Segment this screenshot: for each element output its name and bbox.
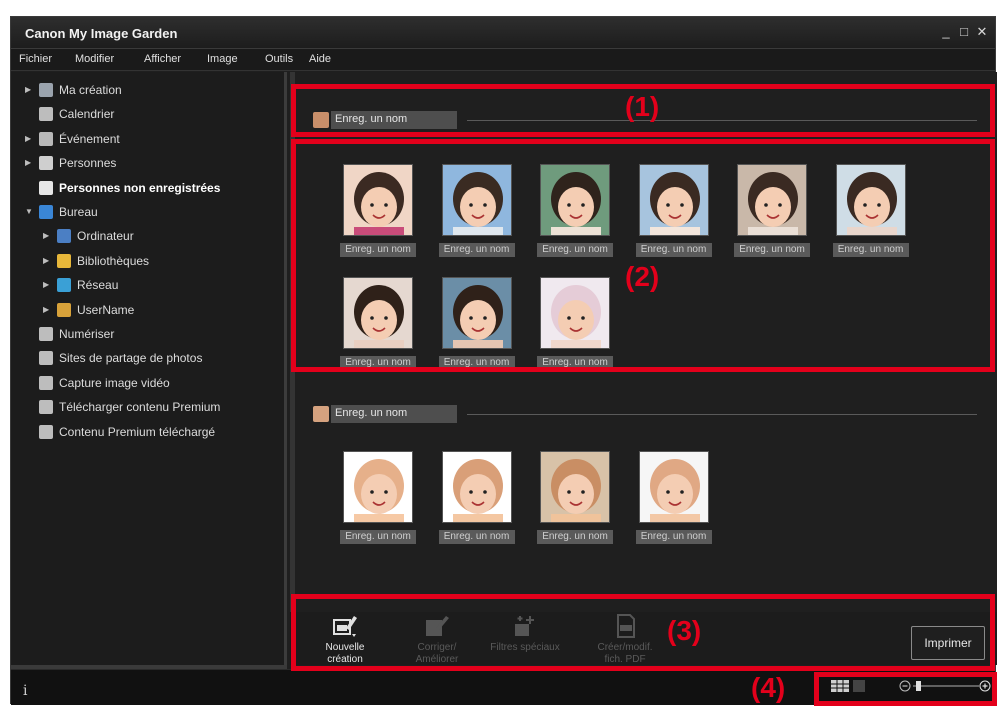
photo-thumbnail[interactable]: Enreg. un nom: [437, 451, 517, 551]
sidebar-item-label: Numériser: [59, 327, 115, 341]
user-folder-icon: [57, 302, 71, 317]
app-title: Canon My Image Garden: [25, 26, 178, 41]
sidebar-item-label: Calendrier: [59, 107, 115, 122]
maximize-icon[interactable]: □: [957, 25, 971, 39]
callout-box-2: [291, 139, 995, 372]
menu-image[interactable]: Image: [207, 53, 238, 65]
menu-bar: Fichier Modifier Afficher Image Outils A…: [11, 49, 995, 71]
people-icon: [39, 156, 53, 171]
sidebar-item-5[interactable]: ▼ Bureau: [25, 204, 281, 222]
callout-label-4: (4): [751, 672, 786, 703]
name-register-field[interactable]: Enreg. un nom: [635, 530, 712, 544]
name-register-field[interactable]: Enreg. un nom: [438, 530, 515, 544]
expand-arrow-icon[interactable]: ▶: [43, 280, 51, 289]
video-capture-icon: [39, 375, 53, 390]
menu-afficher[interactable]: Afficher: [144, 53, 181, 65]
sidebar-item-14[interactable]: Contenu Premium téléchargé: [25, 424, 281, 442]
sidebar-item-9[interactable]: ▶ UserName: [43, 302, 281, 320]
expand-arrow-icon[interactable]: ▶: [43, 231, 51, 240]
minimize-icon[interactable]: _: [939, 25, 953, 39]
callout-box-3: [291, 594, 995, 671]
sidebar-item-13[interactable]: Télécharger contenu Premium: [25, 399, 281, 417]
name-register-field[interactable]: Enreg. un nom: [340, 530, 416, 544]
sidebar-item-1[interactable]: Calendrier: [25, 106, 281, 124]
sidebar-item-label: Personnes: [59, 156, 117, 171]
title-bar: Canon My Image Garden _ □ ✕: [11, 17, 995, 49]
sidebar-item-3[interactable]: ▶ Personnes: [25, 155, 281, 173]
name-register-field[interactable]: Enreg. un nom: [537, 530, 613, 544]
expand-arrow-icon[interactable]: ▶: [43, 256, 51, 265]
app-window: Canon My Image Garden _ □ ✕ Fichier Modi…: [10, 16, 997, 706]
menu-outils[interactable]: Outils: [265, 53, 293, 65]
collapse-arrow-icon[interactable]: ▼: [25, 207, 33, 216]
sidebar-item-label: Télécharger contenu Premium: [59, 400, 221, 415]
unregistered-person-icon: [39, 180, 53, 195]
menu-fichier[interactable]: Fichier: [19, 53, 52, 65]
sidebar-item-8[interactable]: ▶ Réseau: [43, 277, 281, 295]
sidebar-item-12[interactable]: Capture image vidéo: [25, 375, 281, 393]
scan-icon: [39, 327, 53, 341]
photo-image[interactable]: [441, 451, 512, 523]
sidebar-item-label: Contenu Premium téléchargé: [59, 424, 216, 439]
sidebar-item-7[interactable]: ▶ Bibliothèques: [43, 253, 281, 271]
expand-arrow-icon[interactable]: ▶: [25, 85, 33, 94]
sidebar-item-label: Personnes non enregistrées: [59, 180, 221, 195]
sidebar: ▶ Ma création Calendrier ▶ Événement ▶ Personn…: [11, 72, 287, 665]
person-icon: [313, 406, 329, 422]
sidebar-item-6[interactable]: ▶ Ordinateur: [43, 228, 281, 246]
expand-arrow-icon[interactable]: ▶: [25, 134, 33, 143]
callout-box-4: [814, 672, 997, 706]
callout-label-3: (3): [667, 615, 702, 646]
info-icon[interactable]: i: [23, 683, 33, 699]
photo-sharing-icon: [39, 351, 53, 366]
group-name-field[interactable]: Enreg. un nom: [331, 405, 457, 423]
photo-thumbnail[interactable]: Enreg. un nom: [634, 451, 714, 551]
callout-label-2: (2): [625, 261, 660, 292]
sidebar-item-label: Événement: [59, 131, 120, 146]
network-icon: [57, 278, 71, 293]
sidebar-item-label: Ma création: [59, 83, 122, 97]
callout-label-1: (1): [625, 91, 660, 122]
sidebar-item-label: Sites de partage de photos: [59, 351, 203, 366]
folder-icon: [39, 424, 53, 439]
sidebar-item-4[interactable]: Personnes non enregistrées: [25, 180, 281, 198]
download-premium-icon: [39, 400, 53, 415]
menu-modifier[interactable]: Modifier: [75, 53, 114, 65]
calendar-icon: [39, 107, 53, 122]
sidebar-item-2[interactable]: ▶ Événement: [25, 131, 281, 149]
menu-aide[interactable]: Aide: [309, 53, 331, 65]
close-icon[interactable]: ✕: [975, 25, 989, 39]
photo-image[interactable]: [638, 451, 709, 523]
sidebar-item-0[interactable]: ▶ Ma création: [25, 82, 281, 100]
sidebar-item-label: Réseau: [77, 278, 119, 293]
event-icon: [39, 131, 53, 146]
computer-icon: [57, 229, 71, 244]
libraries-icon: [57, 253, 71, 268]
expand-arrow-icon[interactable]: ▶: [43, 305, 51, 314]
expand-arrow-icon[interactable]: ▶: [25, 158, 33, 167]
photo-image[interactable]: [343, 451, 413, 523]
photo-thumbnail[interactable]: Enreg. un nom: [535, 451, 615, 551]
desktop-icon: [39, 205, 53, 219]
sidebar-item-label: Capture image vidéo: [59, 375, 170, 390]
sidebar-item-11[interactable]: Sites de partage de photos: [25, 350, 281, 368]
photo-thumbnail[interactable]: Enreg. un nom: [338, 451, 418, 551]
group-divider: [467, 414, 977, 415]
sidebar-item-label: UserName: [77, 302, 135, 317]
photo-image[interactable]: [540, 451, 610, 523]
sidebar-item-label: Bibliothèques: [77, 253, 150, 268]
sidebar-item-10[interactable]: Numériser: [25, 326, 281, 344]
sidebar-item-label: Bureau: [59, 205, 98, 219]
sidebar-item-label: Ordinateur: [77, 229, 134, 244]
my-creation-icon: [39, 83, 53, 97]
group-header: Enreg. un nom: [313, 403, 983, 425]
